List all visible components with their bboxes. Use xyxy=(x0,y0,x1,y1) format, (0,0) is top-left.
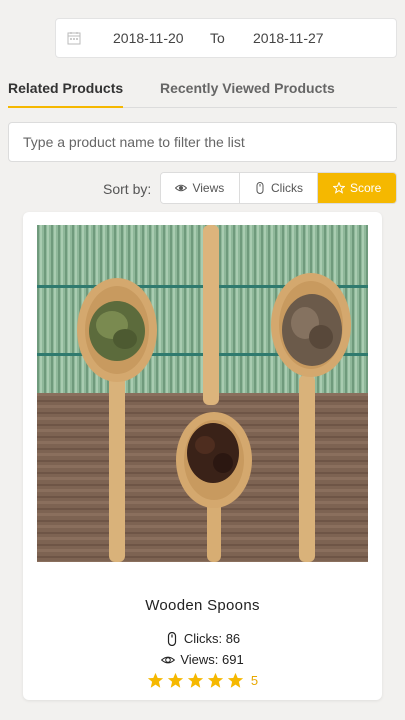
date-from[interactable]: 2018-11-20 xyxy=(113,30,184,46)
sort-clicks-label: Clicks xyxy=(271,181,303,195)
product-card[interactable]: Wooden Spoons Clicks: 86 Views: 691 5 xyxy=(23,212,382,700)
star-icon xyxy=(227,672,244,688)
product-title[interactable]: Wooden Spoons xyxy=(23,597,382,614)
sort-button-group: Views Clicks Score xyxy=(160,172,397,204)
product-tabs: Related Products Recently Viewed Product… xyxy=(8,72,397,108)
product-photo xyxy=(37,225,368,562)
sort-label: Sort by: xyxy=(103,181,152,197)
eye-icon xyxy=(161,656,176,663)
product-image[interactable] xyxy=(37,225,368,562)
sort-views-button[interactable]: Views xyxy=(161,173,240,203)
date-to[interactable]: 2018-11-27 xyxy=(253,30,324,46)
eye-icon xyxy=(175,184,188,192)
product-clicks-text: Clicks: 86 xyxy=(183,631,241,646)
product-views: Views: 691 xyxy=(23,652,382,667)
product-views-text: Views: 691 xyxy=(180,652,244,667)
star-icon xyxy=(333,182,345,194)
tab-related-products[interactable]: Related Products xyxy=(8,80,124,108)
sort-score-button[interactable]: Score xyxy=(318,173,396,203)
sort-views-label: Views xyxy=(192,181,225,195)
mouse-icon xyxy=(256,182,264,194)
product-rating: 5 xyxy=(23,672,382,689)
product-filter-input[interactable] xyxy=(8,122,397,162)
date-range-picker[interactable]: 2018-11-20 To 2018-11-27 xyxy=(55,18,397,58)
sort-clicks-button[interactable]: Clicks xyxy=(239,173,319,203)
star-icon xyxy=(147,672,164,688)
rating-value: 5 xyxy=(250,673,259,688)
sort-score-label: Score xyxy=(350,181,382,195)
star-icon xyxy=(207,672,224,688)
star-icon xyxy=(187,672,204,688)
product-clicks: Clicks: 86 xyxy=(23,631,382,646)
tab-recently-viewed-products[interactable]: Recently Viewed Products xyxy=(160,80,335,106)
calendar-icon xyxy=(67,32,81,45)
date-separator: To xyxy=(210,30,225,46)
star-icon xyxy=(167,672,184,688)
mouse-icon xyxy=(167,631,176,646)
